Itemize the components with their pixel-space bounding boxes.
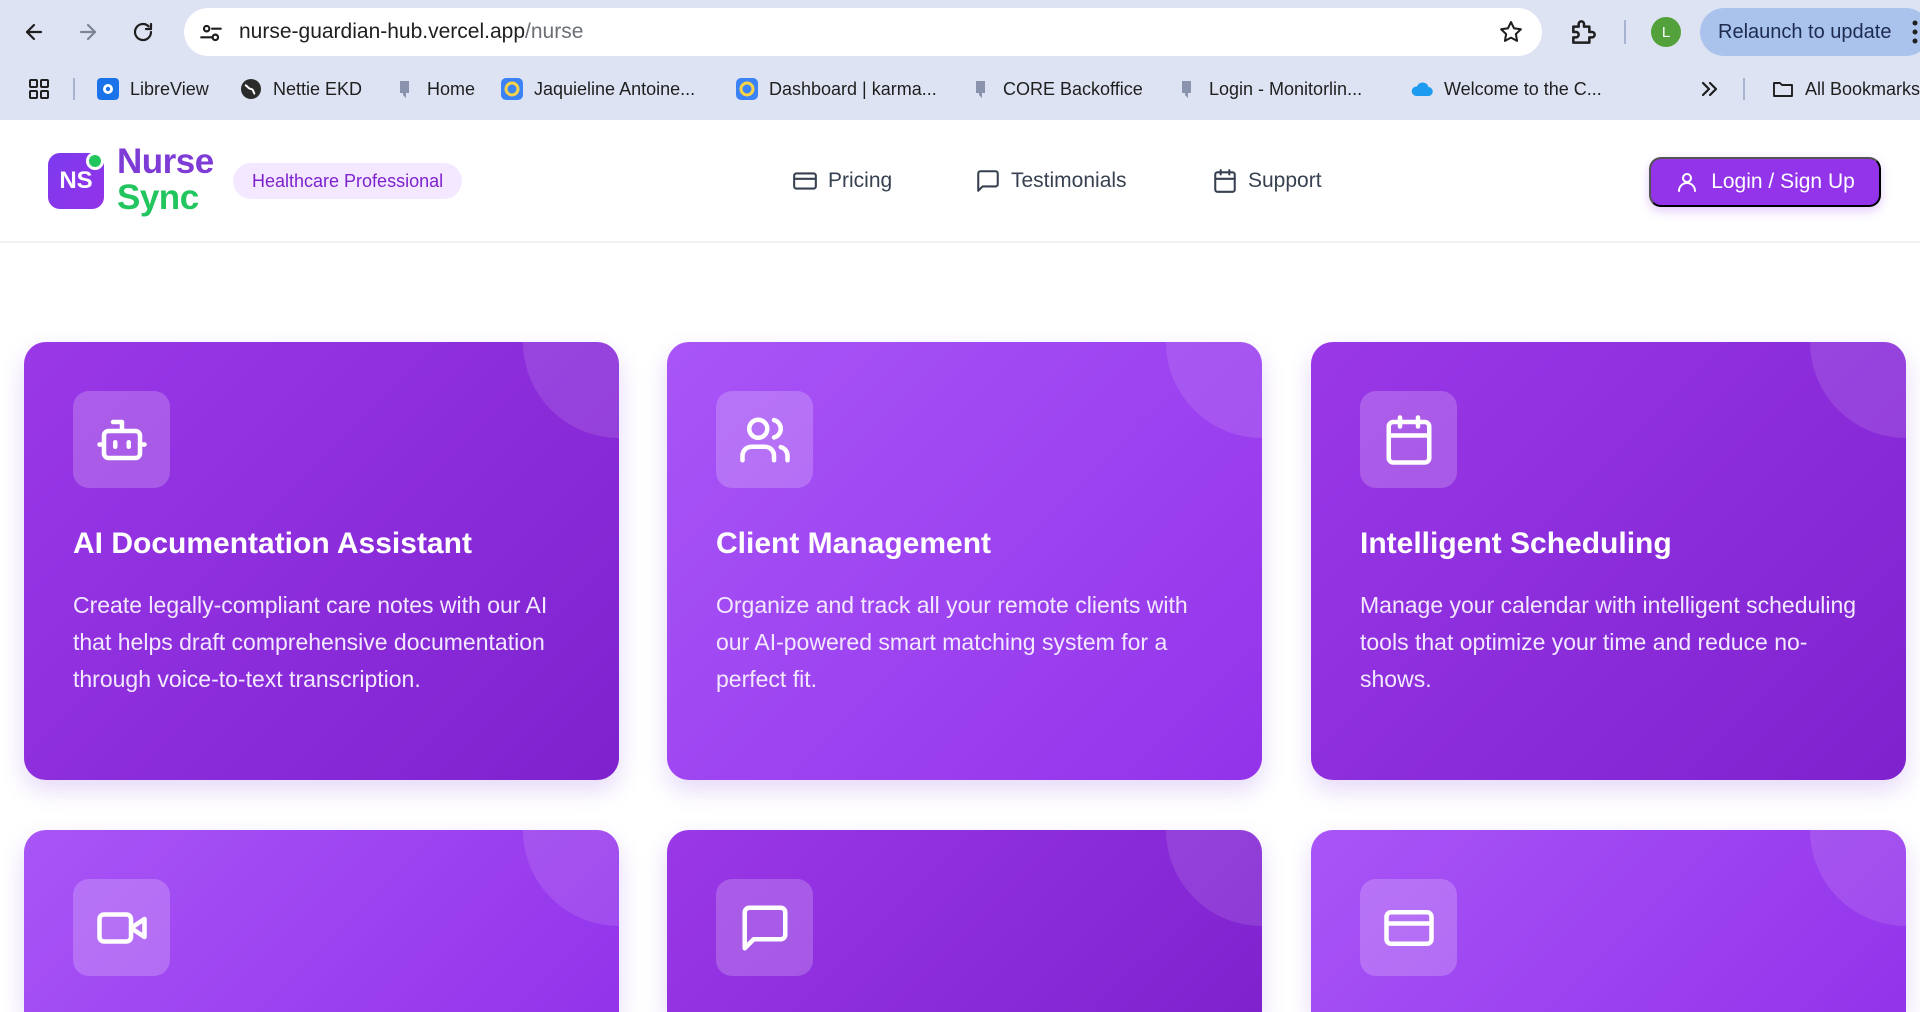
feature-card-payments[interactable] xyxy=(1311,830,1906,1012)
bookmark-label: Login - Monitorlin... xyxy=(1209,78,1363,99)
nav-testimonials[interactable]: Testimonials xyxy=(975,162,1127,200)
bot-icon xyxy=(96,419,147,460)
logo-text-sync[interactable]: Sync xyxy=(117,178,199,218)
q-logo-icon xyxy=(1175,77,1199,101)
browser-toolbar: nurse-guardian-hub.vercel.app/nurse L Re… xyxy=(0,0,1920,64)
bookmark-home[interactable]: Home xyxy=(393,74,475,104)
card-corner-decoration xyxy=(1166,342,1262,438)
forward-button[interactable] xyxy=(70,14,106,50)
bookmark-core-backoffice[interactable]: CORE Backoffice xyxy=(969,74,1143,104)
ring-icon xyxy=(735,77,759,101)
cloud-icon xyxy=(1410,77,1434,101)
role-badge: Healthcare Professional xyxy=(233,163,463,199)
bookmarks-divider xyxy=(1743,78,1745,100)
card-corner-decoration xyxy=(1810,830,1906,926)
bookmark-label: CORE Backoffice xyxy=(1003,78,1143,99)
card-corner-decoration xyxy=(1166,830,1262,926)
login-signup-label: Login / Sign Up xyxy=(1711,170,1855,193)
globe-icon xyxy=(239,77,263,101)
bookmark-label: Jaquieline Antoine... xyxy=(534,78,696,99)
url-host: nurse-guardian-hub.vercel.app xyxy=(239,20,526,43)
bookmark-label: LibreView xyxy=(130,78,209,99)
credit-card-icon xyxy=(1383,909,1434,946)
reload-button[interactable] xyxy=(125,14,161,50)
bookmark-label: Home xyxy=(427,78,476,99)
back-button[interactable] xyxy=(16,14,52,50)
feature-card-ai-documentation[interactable]: AI Documentation Assistant Create legall… xyxy=(24,342,619,780)
q-logo-icon xyxy=(393,77,417,101)
bookmark-nettie-ekd[interactable]: Nettie EKD xyxy=(239,74,362,104)
feature-icon-box xyxy=(1360,879,1457,976)
address-bar[interactable]: nurse-guardian-hub.vercel.app/nurse xyxy=(184,8,1542,56)
apps-grid-icon[interactable] xyxy=(27,77,51,101)
feature-card-video[interactable] xyxy=(24,830,619,1012)
feature-description: Manage your calendar with intelligent sc… xyxy=(1360,592,1857,692)
card-corner-decoration xyxy=(523,830,619,926)
card-corner-decoration xyxy=(1810,342,1906,438)
browser-chrome: nurse-guardian-hub.vercel.app/nurse L Re… xyxy=(0,0,1920,120)
all-bookmarks-button[interactable]: All Bookmarks xyxy=(1771,74,1920,104)
bookmark-welcome[interactable]: Welcome to the C... xyxy=(1410,74,1602,104)
ring-icon xyxy=(500,77,524,101)
all-bookmarks-label: All Bookmarks xyxy=(1805,78,1920,99)
feature-card-intelligent-scheduling[interactable]: Intelligent Scheduling Manage your calen… xyxy=(1311,342,1906,780)
profile-avatar[interactable]: L xyxy=(1651,17,1681,47)
credit-card-icon xyxy=(793,172,817,190)
login-signup-button[interactable]: Login / Sign Up xyxy=(1649,157,1881,207)
site-header: NS Nurse Sync Healthcare Professional Pr… xyxy=(0,120,1920,243)
arrow-left-icon xyxy=(25,23,43,41)
feature-card-messaging[interactable] xyxy=(667,830,1262,1012)
bookmark-jaquieline[interactable]: Jaquieline Antoine... xyxy=(500,74,695,104)
folder-icon xyxy=(1771,77,1795,101)
reload-icon xyxy=(133,22,153,42)
card-corner-decoration xyxy=(523,342,619,438)
calendar-icon xyxy=(1214,169,1236,193)
calendar-icon xyxy=(1386,414,1431,465)
video-icon xyxy=(96,911,147,944)
nav-testimonials-label: Testimonials xyxy=(1011,169,1127,192)
bookmark-libreview[interactable]: LibreView xyxy=(96,74,209,104)
feature-description: Create legally-compliant care notes with… xyxy=(73,592,548,692)
bookmark-label: Nettie EKD xyxy=(273,78,363,99)
chevron-double-right-icon[interactable] xyxy=(1697,77,1721,101)
user-icon xyxy=(1678,173,1697,192)
address-url[interactable]: nurse-guardian-hub.vercel.app/nurse xyxy=(239,8,583,56)
bookmark-label: Welcome to the C... xyxy=(1444,78,1602,99)
feature-title: Intelligent Scheduling xyxy=(1360,527,1672,560)
feature-title: AI Documentation Assistant xyxy=(73,527,472,560)
url-path: /nurse xyxy=(525,20,584,43)
libreview-icon xyxy=(96,77,120,101)
toolbar-divider xyxy=(1624,20,1626,44)
feature-card-client-management[interactable]: Client Management Organize and track all… xyxy=(667,342,1262,780)
bookmark-dashboard[interactable]: Dashboard | karma... xyxy=(735,74,937,104)
logo-status-dot xyxy=(86,152,104,170)
users-icon xyxy=(739,417,790,462)
nav-support[interactable]: Support xyxy=(1212,162,1322,200)
feature-icon-box xyxy=(716,391,813,488)
relaunch-button[interactable]: Relaunch to update xyxy=(1700,8,1920,56)
site-settings-icon[interactable] xyxy=(198,20,224,46)
feature-description: Organize and track all your remote clien… xyxy=(716,592,1188,692)
bookmark-star-icon[interactable] xyxy=(1498,19,1524,45)
extensions-puzzle-icon[interactable] xyxy=(1568,16,1600,48)
nav-pricing[interactable]: Pricing xyxy=(792,162,892,200)
kebab-menu-icon[interactable] xyxy=(1912,18,1918,46)
bookmarks-bar: LibreView Nettie EKD Home Jaquieline Ant… xyxy=(0,68,1920,108)
arrow-right-icon xyxy=(79,23,97,41)
feature-icon-box xyxy=(73,879,170,976)
logo-text-nurse[interactable]: Nurse xyxy=(117,142,214,182)
bookmark-label: Dashboard | karma... xyxy=(769,78,937,99)
feature-icon-box xyxy=(73,391,170,488)
feature-icon-box xyxy=(716,879,813,976)
message-square-icon xyxy=(977,170,999,192)
nav-support-label: Support xyxy=(1248,169,1322,192)
bookmark-monitorlink[interactable]: Login - Monitorlin... xyxy=(1175,74,1362,104)
feature-icon-box xyxy=(1360,391,1457,488)
q-logo-icon xyxy=(969,77,993,101)
nav-pricing-label: Pricing xyxy=(828,169,893,192)
feature-title: Client Management xyxy=(716,527,992,560)
bookmarks-divider xyxy=(73,78,75,100)
message-square-icon xyxy=(742,905,787,950)
